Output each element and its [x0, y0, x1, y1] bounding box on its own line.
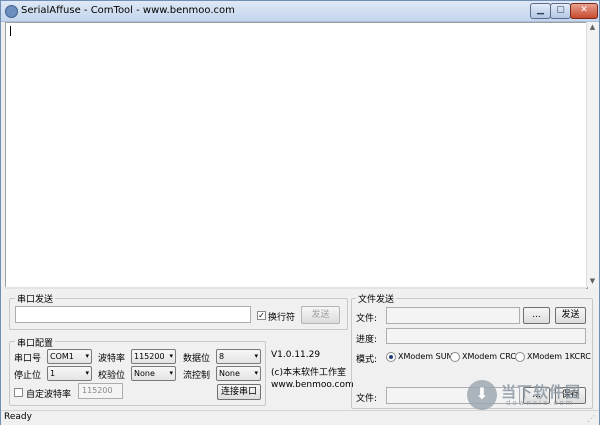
- custom-baud-checkbox[interactable]: [14, 388, 23, 397]
- stopbits-value: 1: [50, 369, 56, 378]
- mode-label: 模式:: [356, 355, 378, 365]
- flow-select[interactable]: None ▾: [216, 366, 261, 381]
- databits-select[interactable]: 8 ▾: [216, 349, 261, 364]
- chevron-down-icon: ▾: [169, 369, 173, 377]
- parity-value: None: [134, 369, 155, 378]
- custom-baud-label: 自定波特率: [26, 390, 72, 400]
- scroll-down-icon[interactable]: ▼: [587, 276, 598, 287]
- newline-checkbox[interactable]: ✓: [257, 311, 266, 320]
- website-text: www.benmoo.com: [271, 380, 354, 390]
- baud-value: 115200: [134, 352, 165, 361]
- version-text: V1.0.11.29: [271, 350, 321, 360]
- save-file-path-input[interactable]: [386, 387, 520, 404]
- minimize-button[interactable]: ▁: [530, 3, 551, 19]
- flow-label: 流控制: [183, 371, 211, 381]
- maximize-button[interactable]: ▢: [550, 3, 571, 19]
- port-select[interactable]: COM1 ▾: [47, 349, 92, 364]
- download-icon: ⬇: [467, 380, 497, 410]
- resize-grip-icon[interactable]: ⋰: [587, 414, 597, 424]
- status-text: Ready: [4, 412, 32, 422]
- port-value: COM1: [50, 352, 74, 361]
- file-send-button[interactable]: 发送: [555, 307, 586, 324]
- send-file-label: 文件:: [356, 314, 378, 324]
- stopbits-label: 停止位: [14, 371, 42, 381]
- splitter[interactable]: [5, 287, 586, 289]
- status-bar: Ready ⋰: [1, 410, 599, 425]
- chevron-down-icon: ▾: [85, 369, 89, 377]
- mode-label-xmodem-sum: XModem SUM: [398, 352, 454, 361]
- progress-label: 进度:: [356, 335, 378, 345]
- databits-value: 8: [219, 352, 225, 361]
- chevron-down-icon: ▾: [85, 352, 89, 360]
- receive-textarea[interactable]: [5, 22, 588, 289]
- window-title: SerialAffuse - ComTool - www.benmoo.com: [21, 5, 235, 16]
- save-file-label: 文件:: [356, 394, 378, 404]
- close-button[interactable]: ✕: [570, 3, 598, 19]
- copyright-text: (c)本末软件工作室: [271, 368, 346, 378]
- port-label: 串口号: [14, 354, 42, 364]
- chevron-down-icon: ▾: [169, 352, 173, 360]
- chevron-down-icon: ▾: [254, 352, 258, 360]
- file-send-group-title: 文件发送: [356, 292, 397, 305]
- mode-label-xmodem-crc: XModem CRC: [462, 352, 516, 361]
- stopbits-select[interactable]: 1 ▾: [47, 366, 92, 381]
- vertical-scrollbar[interactable]: ▲ ▼: [586, 22, 598, 287]
- mode-label-xmodem-1kcrc: XModem 1KCRC: [527, 352, 591, 361]
- watermark-subtext: downxia.com: [506, 399, 575, 407]
- title-bar[interactable]: SerialAffuse - ComTool - www.benmoo.com …: [1, 1, 599, 22]
- progress-bar: [386, 328, 586, 344]
- text-caret: [10, 26, 11, 36]
- main-window: SerialAffuse - ComTool - www.benmoo.com …: [0, 0, 600, 425]
- mode-radio-xmodem-sum[interactable]: [386, 352, 396, 362]
- databits-label: 数据位: [183, 354, 211, 364]
- app-icon: [5, 5, 18, 18]
- mode-radio-xmodem-crc[interactable]: [450, 352, 460, 362]
- chevron-down-icon: ▾: [254, 369, 258, 377]
- serial-config-group-title: 串口配置: [15, 336, 56, 349]
- send-browse-button[interactable]: ...: [523, 307, 550, 324]
- mode-radio-xmodem-1kcrc[interactable]: [515, 352, 525, 362]
- send-file-path-input[interactable]: [386, 307, 520, 324]
- connect-button[interactable]: 连接串口: [217, 384, 261, 400]
- send-input[interactable]: [15, 306, 251, 323]
- send-button[interactable]: 发送: [301, 306, 340, 324]
- baud-label: 波特率: [98, 354, 126, 364]
- parity-select[interactable]: None ▾: [131, 366, 176, 381]
- flow-value: None: [219, 369, 240, 378]
- serial-send-group-title: 串口发送: [15, 292, 56, 305]
- newline-label: 换行符: [268, 313, 296, 323]
- custom-baud-input[interactable]: 115200: [78, 383, 123, 399]
- scroll-up-icon[interactable]: ▲: [587, 22, 598, 33]
- parity-label: 校验位: [98, 371, 126, 381]
- baud-select[interactable]: 115200 ▾: [131, 349, 176, 364]
